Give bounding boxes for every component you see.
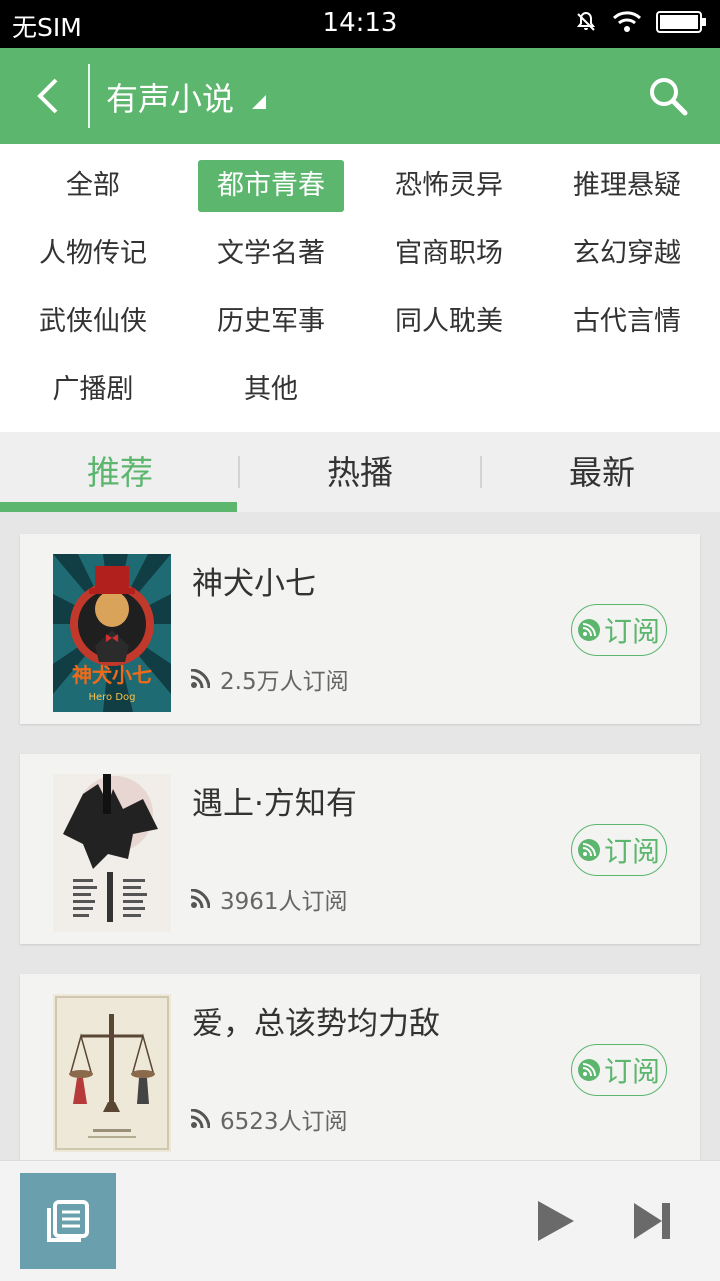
book-cover-image [53, 774, 171, 932]
subscriber-count: 6523人订阅 [190, 1102, 348, 1136]
rss-icon [190, 889, 210, 909]
search-button[interactable] [646, 74, 690, 118]
category-item[interactable]: 古代言情 [554, 296, 700, 348]
battery-icon [656, 10, 708, 38]
rss-circle-icon [577, 1059, 600, 1081]
subscriber-count-text: 2.5万人订阅 [220, 669, 349, 695]
category-item[interactable]: 玄幻穿越 [554, 228, 700, 280]
subscribe-label: 订阅 [603, 835, 660, 868]
category-item[interactable]: 广播剧 [20, 364, 166, 416]
rss-icon [190, 1109, 210, 1129]
category-dropdown[interactable]: 有声小说 [106, 74, 267, 120]
book-card[interactable]: 遇上·方知有 3961人订阅 订阅 [20, 754, 700, 944]
subscriber-count: 2.5万人订阅 [190, 662, 349, 696]
tab-hot[interactable]: 热播 [240, 432, 480, 512]
app-bar-divider [88, 64, 90, 128]
playlist-icon [47, 1200, 89, 1242]
category-item[interactable]: 全部 [20, 160, 166, 212]
tab-recommended[interactable]: 推荐 [0, 432, 240, 512]
tab-latest[interactable]: 最新 [482, 432, 720, 512]
wifi-icon [612, 10, 642, 38]
subscribe-label: 订阅 [603, 615, 660, 648]
book-cover-image: 神犬小七 Hero Dog [53, 554, 171, 712]
back-button[interactable] [22, 70, 74, 122]
back-arrow-icon [37, 78, 58, 114]
play-button[interactable] [536, 1199, 576, 1247]
app-bar: 有声小说 [0, 48, 720, 144]
book-title: 遇上·方知有 [192, 786, 357, 822]
book-cover-image [53, 994, 171, 1152]
next-button[interactable] [632, 1201, 672, 1245]
playlist-button[interactable] [20, 1173, 116, 1269]
category-item[interactable]: 历史军事 [198, 296, 344, 348]
cover-title-text: 神犬小七 [72, 663, 152, 687]
category-item[interactable]: 武侠仙侠 [20, 296, 166, 348]
category-item[interactable]: 官商职场 [376, 228, 522, 280]
category-item[interactable]: 其他 [198, 364, 344, 416]
rss-circle-icon [577, 839, 600, 861]
rss-icon [190, 669, 210, 689]
search-icon [650, 78, 688, 116]
category-item[interactable]: 文学名著 [198, 228, 344, 280]
play-icon [538, 1201, 574, 1241]
subscribe-label: 订阅 [603, 1055, 660, 1088]
rss-circle-icon [577, 619, 600, 641]
status-icons [574, 10, 708, 38]
category-item[interactable]: 恐怖灵异 [376, 160, 522, 212]
category-item[interactable]: 同人耽美 [376, 296, 522, 348]
subscriber-count-text: 6523人订阅 [220, 1109, 348, 1135]
mute-alarm-icon [574, 10, 598, 38]
subscribe-button[interactable]: 订阅 [571, 1044, 667, 1096]
tab-indicator [0, 502, 237, 512]
subscriber-count: 3961人订阅 [190, 882, 348, 916]
tab-bar: 推荐 热播 最新 [0, 432, 720, 512]
mini-player [0, 1160, 720, 1281]
subscribe-button[interactable]: 订阅 [571, 824, 667, 876]
book-card[interactable]: 神犬小七 Hero Dog 神犬小七 2.5万人订阅 订阅 [20, 534, 700, 724]
book-title: 神犬小七 [192, 566, 316, 602]
skip-next-icon [634, 1203, 670, 1239]
category-item-active[interactable]: 都市青春 [198, 160, 344, 212]
book-title: 爱，总该势均力敌 [192, 1006, 440, 1042]
dropdown-triangle-icon [252, 95, 267, 109]
page-title: 有声小说 [106, 80, 235, 118]
category-item[interactable]: 推理悬疑 [554, 160, 700, 212]
subscribe-button[interactable]: 订阅 [571, 604, 667, 656]
category-grid: 全部 都市青春 恐怖灵异 推理悬疑 人物传记 文学名著 官商职场 玄幻穿越 武侠… [0, 144, 720, 432]
category-item[interactable]: 人物传记 [20, 228, 166, 280]
subscriber-count-text: 3961人订阅 [220, 889, 348, 915]
book-card[interactable]: 爱，总该势均力敌 6523人订阅 订阅 [20, 974, 700, 1164]
svg-text:Hero Dog: Hero Dog [88, 692, 135, 703]
status-bar: 无SIM 14:13 [0, 0, 720, 48]
